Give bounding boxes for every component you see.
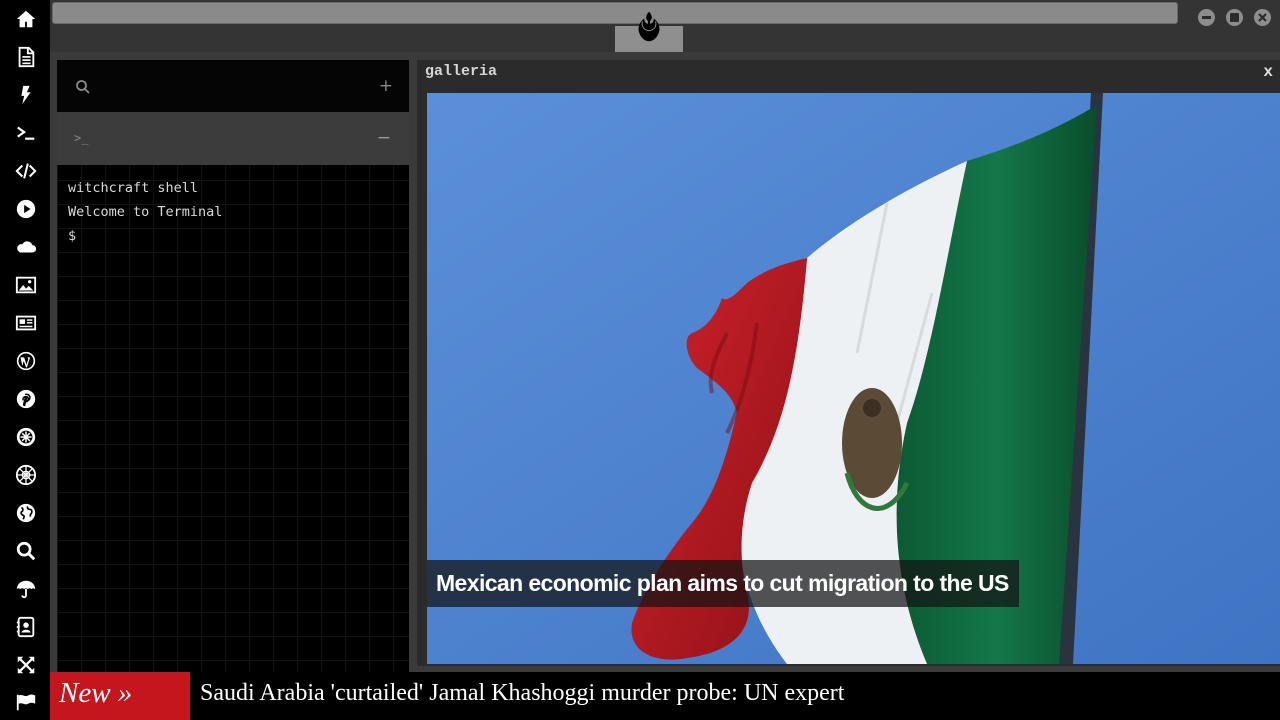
galactic-republic-icon[interactable]	[12, 461, 40, 489]
pinterest-icon[interactable]	[12, 385, 40, 413]
galleria-window: galleria x Mexican economic plan aims to…	[417, 60, 1280, 666]
close-icon[interactable]	[1254, 9, 1271, 26]
newspaper-icon[interactable]	[12, 309, 40, 337]
galleria-title: galleria	[425, 63, 498, 80]
terminal-line: Welcome to Terminal	[68, 204, 223, 220]
terminal-prompt-icon: >_	[74, 131, 89, 145]
home-icon[interactable]	[12, 5, 40, 33]
terminal-panel: + >_ − witchcraft shell Welcome to Termi…	[57, 60, 409, 672]
maximize-icon[interactable]	[1226, 9, 1243, 26]
document-icon[interactable]	[12, 43, 40, 71]
ticker-new-badge[interactable]: New »	[50, 672, 190, 720]
rebel-alliance-icon[interactable]	[630, 8, 668, 46]
jedi-order-icon[interactable]	[12, 423, 40, 451]
app-dock	[0, 0, 50, 720]
collapse-terminal-button[interactable]: −	[377, 128, 391, 148]
search-icon[interactable]	[12, 537, 40, 565]
image-icon[interactable]	[12, 271, 40, 299]
galleria-photo[interactable]: Mexican economic plan aims to cut migrat…	[427, 93, 1280, 664]
terminal-tab[interactable]: >_ −	[57, 112, 409, 165]
search-icon[interactable]	[75, 79, 91, 95]
bolt-icon[interactable]	[12, 81, 40, 109]
umbrella-icon[interactable]	[12, 575, 40, 603]
terminal-output[interactable]: witchcraft shell Welcome to Terminal $	[68, 176, 222, 248]
minimize-icon[interactable]	[1198, 9, 1215, 26]
top-bar	[50, 0, 1280, 52]
globe-icon[interactable]	[12, 499, 40, 527]
terminal-prompt[interactable]: $	[68, 224, 222, 248]
ticker-headline[interactable]: Saudi Arabia 'curtailed' Jamal Khashoggi…	[200, 680, 844, 707]
cloud-icon[interactable]	[12, 233, 40, 261]
wordpress-icon[interactable]	[12, 347, 40, 375]
photo-caption[interactable]: Mexican economic plan aims to cut migrat…	[427, 560, 1019, 607]
add-terminal-button[interactable]: +	[379, 76, 393, 96]
contact-card-icon[interactable]	[12, 613, 40, 641]
code-icon[interactable]	[12, 157, 40, 185]
command-bar[interactable]	[52, 2, 1178, 24]
news-ticker: New » Saudi Arabia 'curtailed' Jamal Kha…	[50, 672, 1280, 720]
terminal-search-bar[interactable]: +	[57, 60, 409, 112]
desktop: + >_ − witchcraft shell Welcome to Termi…	[0, 0, 1280, 720]
flag-icon[interactable]	[12, 688, 40, 716]
expand-icon[interactable]	[12, 651, 40, 679]
play-icon[interactable]	[12, 195, 40, 223]
galleria-close-button[interactable]: x	[1263, 63, 1273, 81]
terminal-icon[interactable]	[12, 119, 40, 147]
terminal-line: witchcraft shell	[68, 180, 199, 196]
